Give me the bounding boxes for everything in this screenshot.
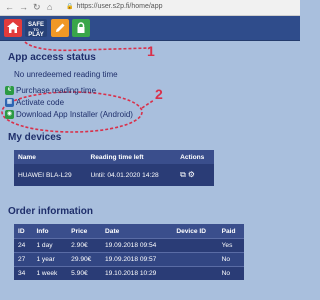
device-time-left: Until: 04.01.2020 14:28 [86,164,177,186]
access-status-text: No unredeemed reading time [14,70,118,79]
annotation-line-1 [24,41,151,52]
order-device [172,252,218,267]
annotation-number-1: 1 [147,43,155,59]
gear-icon[interactable]: ⚙ [188,170,195,179]
column-header: Paid [217,224,244,239]
order-price: 29.90€ [67,252,102,267]
activate-code-link[interactable]: Activate code [16,98,64,107]
order-date: 19.10.2018 10:29 [101,266,173,280]
column-header: Device ID [172,224,218,239]
column-header: Price [67,224,102,239]
order-info: 1 day [32,238,68,253]
orders-table: ID Info Price Date Device ID Paid 24 1 d… [14,224,244,280]
devices-title: My devices [8,132,62,143]
table-row: HUAWEI BLA-L29 Until: 04.01.2020 14:28 ⧉… [14,164,214,186]
order-price: 5.90€ [67,266,102,280]
devices-table: Name Reading time left Actions HUAWEI BL… [14,150,214,186]
euro-icon: € [5,86,14,95]
table-row: 24 1 day 2.90€ 19.09.2018 09:54 Yes [14,238,244,253]
annotation-line-2 [141,99,155,109]
download-installer-link[interactable]: Download App Installer (Android) [16,110,133,119]
order-price: 2.90€ [67,238,102,253]
order-paid: Yes [217,238,244,253]
order-paid: No [217,266,244,280]
column-header: Name [14,150,87,164]
table-header-row: Name Reading time left Actions [14,150,214,164]
order-device [172,238,218,253]
order-device [172,266,218,280]
annotation-number-2: 2 [155,86,163,102]
table-row: 27 1 year 29.90€ 19.09.2018 09:57 No [14,252,244,267]
access-title: App access status [8,52,96,63]
android-icon: ◉ [5,110,14,119]
column-header: Reading time left [86,150,177,164]
column-header: Actions [176,150,214,164]
column-header: ID [14,224,33,239]
column-header: Info [32,224,68,239]
code-icon: ▦ [5,98,14,107]
orders-title: Order information [8,206,94,217]
order-paid: No [217,252,244,267]
order-id: 34 [14,266,33,280]
purchase-link[interactable]: Purchase reading time [16,86,96,95]
device-name: HUAWEI BLA-L29 [14,164,87,186]
device-actions: ⧉ ⚙ [176,164,214,186]
copy-icon[interactable]: ⧉ [180,170,186,179]
order-id: 27 [14,252,33,267]
table-header-row: ID Info Price Date Device ID Paid [14,224,244,239]
order-id: 24 [14,238,33,253]
table-row: 34 1 week 5.90€ 19.10.2018 10:29 No [14,266,244,280]
order-date: 19.09.2018 09:57 [101,252,173,267]
order-date: 19.09.2018 09:54 [101,238,173,253]
order-info: 1 week [32,266,68,280]
order-info: 1 year [32,252,68,267]
column-header: Date [101,224,173,239]
